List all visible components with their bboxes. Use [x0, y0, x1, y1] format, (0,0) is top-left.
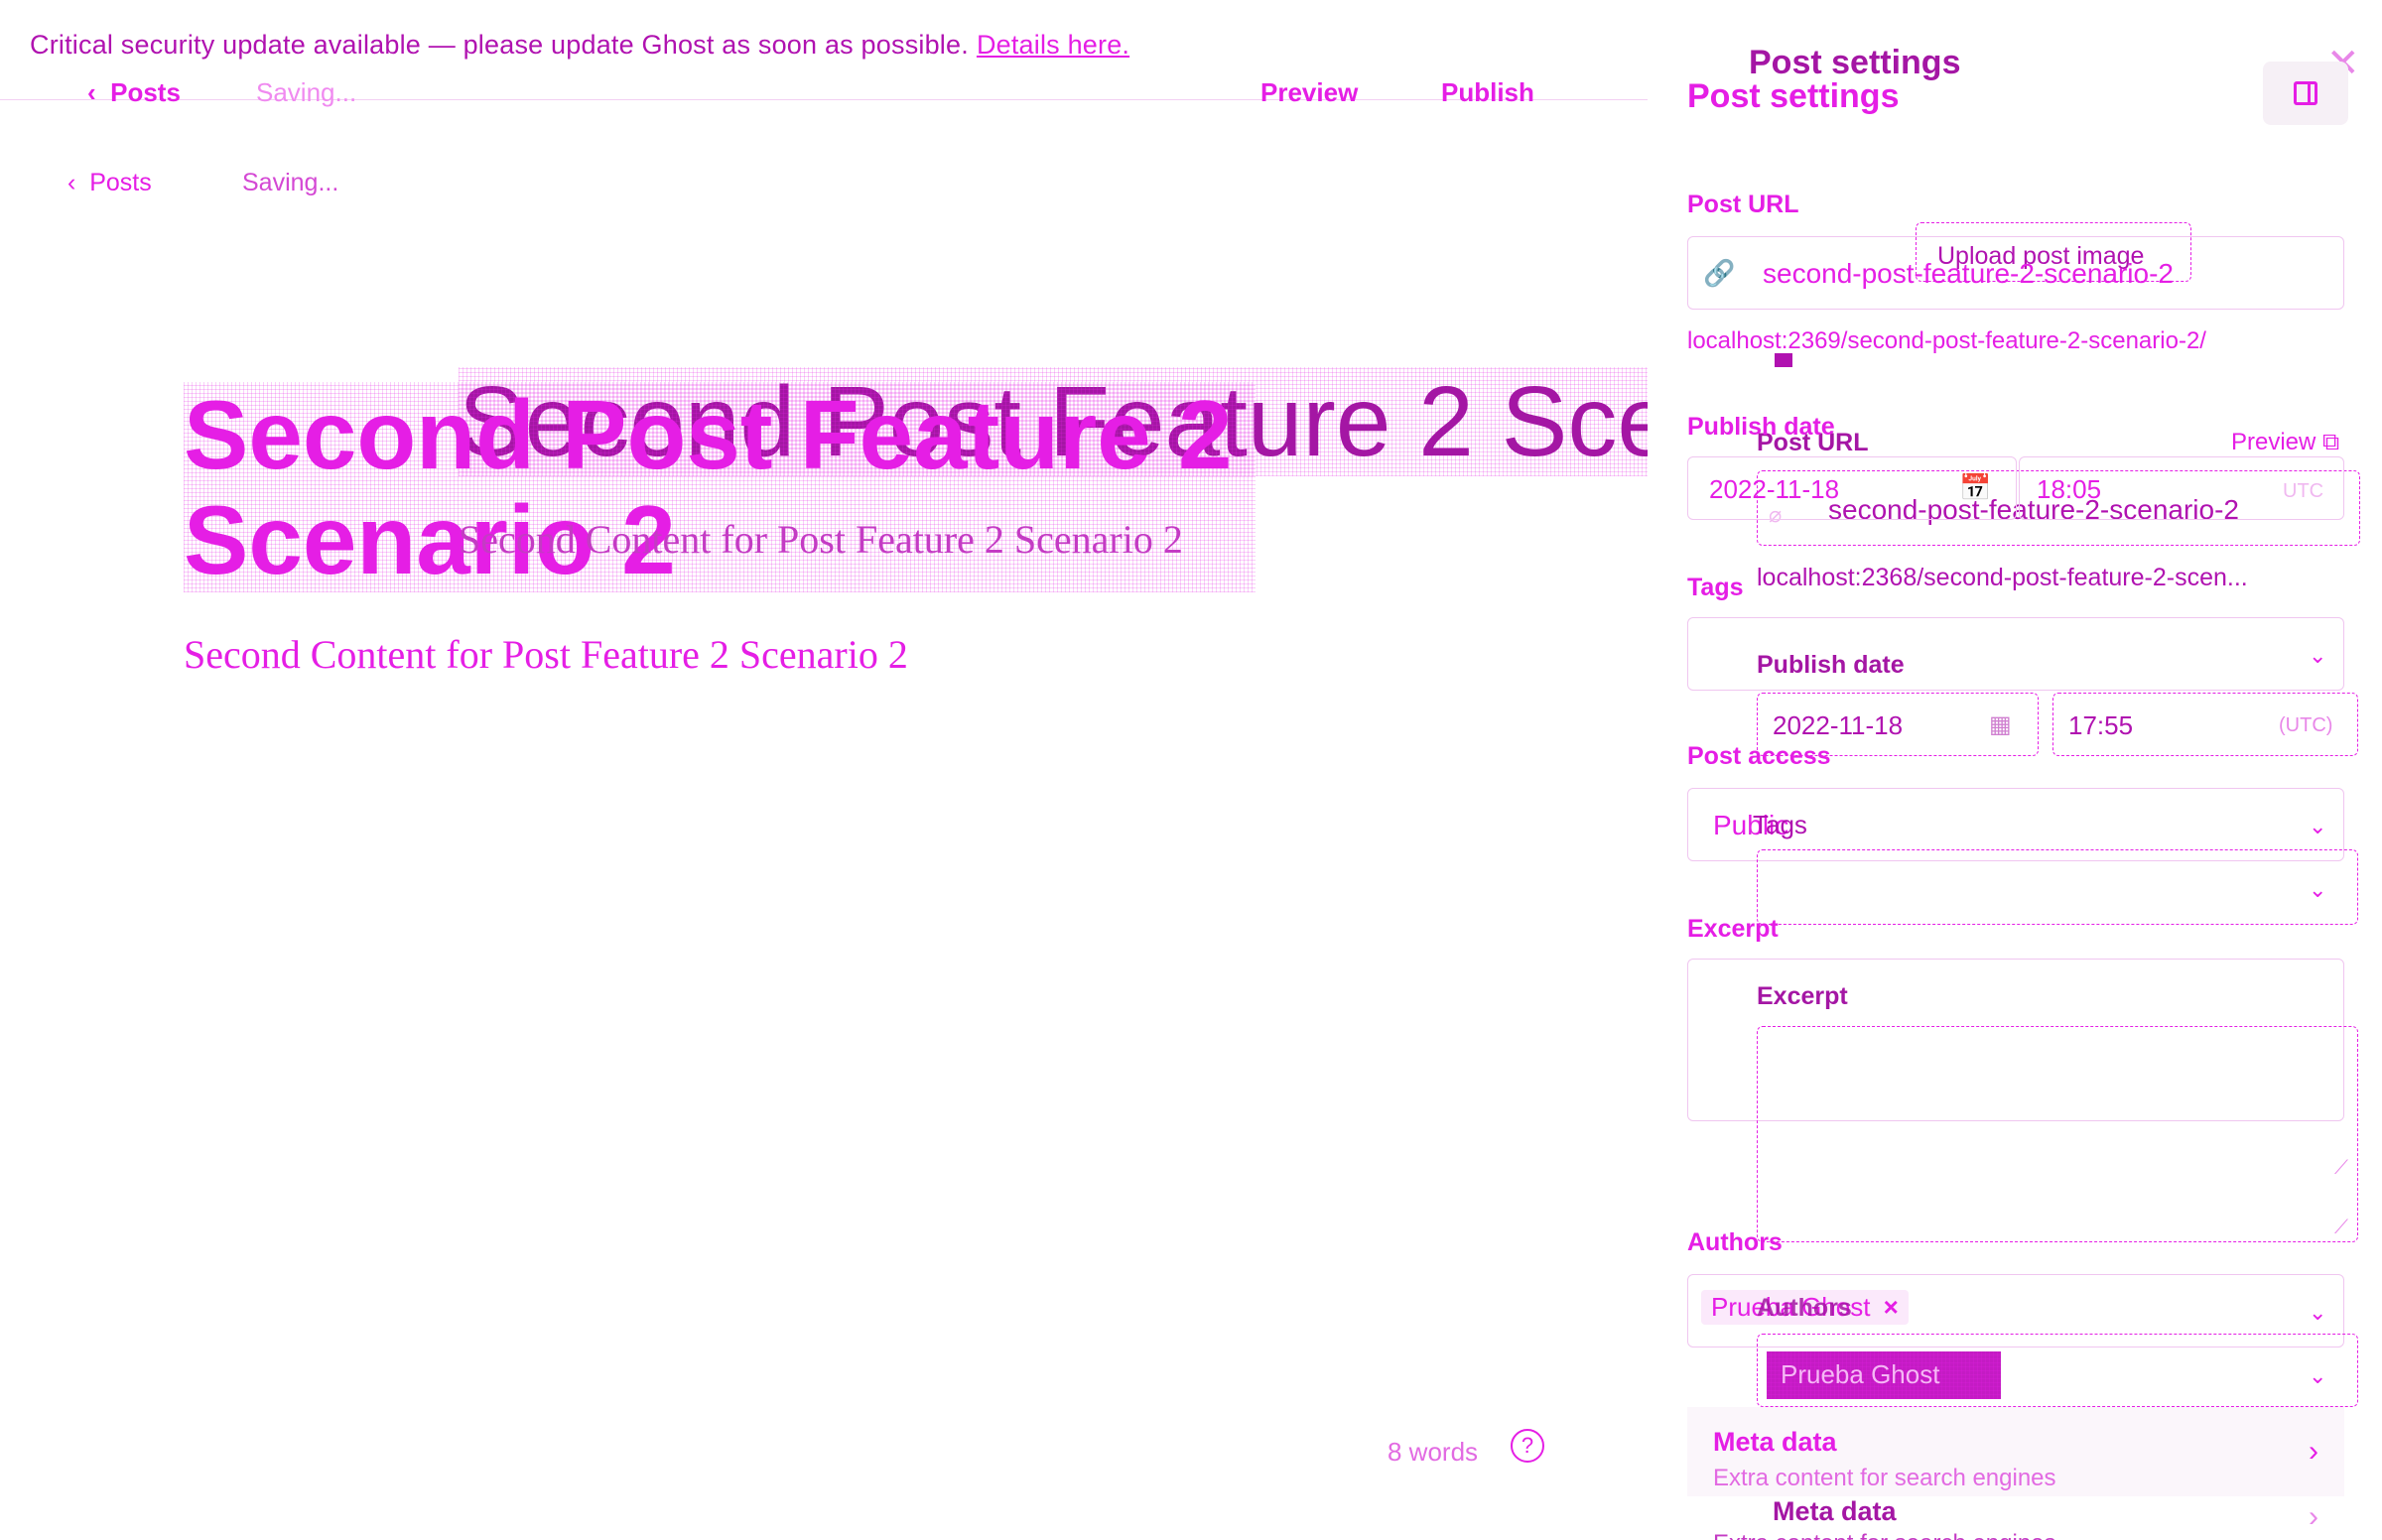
chevron-down-icon[interactable]: ⌄	[2309, 1363, 2326, 1389]
ghost-tags-field[interactable]	[1757, 849, 2358, 925]
back-label: Posts	[89, 169, 152, 196]
back-to-posts-link[interactable]: ‹ Posts	[67, 169, 152, 197]
chevron-down-icon[interactable]: ⌄	[2309, 1300, 2326, 1326]
ghost-saving-status: Saving...	[256, 77, 357, 107]
ghost-meta-data-description: Extra content for search engines	[1713, 1530, 2056, 1540]
chevron-left-icon: ‹	[67, 169, 90, 196]
chevron-right-icon[interactable]: ›	[2309, 1435, 2318, 1469]
image-placeholder-icon	[1775, 353, 1792, 367]
ghost-back-to-posts-link[interactable]: ‹ Posts	[87, 77, 181, 108]
chevron-down-icon[interactable]: ⌄	[2309, 877, 2326, 903]
ghost-publish-timezone: (UTC)	[2279, 714, 2333, 736]
post-url-full: localhost:2369/second-post-feature-2-sce…	[1687, 327, 2206, 354]
ghost-back-label: Posts	[110, 77, 181, 107]
chevron-right-icon[interactable]: ›	[2309, 1500, 2318, 1534]
post-access-label: Post access	[1687, 742, 1831, 770]
help-icon[interactable]: ?	[1511, 1429, 1544, 1463]
tags-label: Tags	[1687, 574, 1744, 601]
word-count: 8 words	[1388, 1437, 1479, 1467]
sidebar-toggle-button[interactable]	[2263, 62, 2348, 125]
ghost-author-chip-label: Prueba Ghost	[1781, 1359, 1940, 1389]
ghost-meta-data-title: Meta data	[1773, 1496, 1897, 1526]
preview-link-label: Preview	[2231, 429, 2316, 455]
meta-data-description: Extra content for search engines	[1713, 1465, 2056, 1491]
banner-details-link[interactable]: Details here.	[977, 30, 1129, 60]
ghost-post-body[interactable]: Second Content for Post Feature 2 Scenar…	[459, 516, 1183, 563]
security-update-banner: Critical security update available — ple…	[30, 30, 1129, 61]
post-body-editor[interactable]: Second Content for Post Feature 2 Scenar…	[184, 631, 908, 678]
ghost-tags-label: Tags	[1753, 810, 1807, 839]
banner-text: Critical security update available — ple…	[30, 30, 969, 60]
ghost-publish-time-value[interactable]: 17:55	[2068, 710, 2133, 741]
resize-handle-icon[interactable]: ⟋	[2334, 1157, 2348, 1180]
chevron-left-icon: ‹	[87, 77, 111, 107]
ghost-publish-date-label: Publish date	[1757, 651, 1905, 679]
post-url-label: Post URL	[1687, 191, 1799, 218]
chevron-down-icon[interactable]: ⌄	[2309, 643, 2326, 669]
publish-timezone: UTC	[2283, 480, 2324, 502]
chevron-down-icon[interactable]: ⌄	[2309, 814, 2326, 839]
publish-date-value[interactable]: 2022-11-18	[1709, 474, 1839, 505]
link-icon: 🔗	[1703, 258, 1736, 288]
excerpt-label: Excerpt	[1687, 915, 1779, 943]
ghost-calendar-icon[interactable]: ▦	[1989, 710, 2012, 739]
publish-button[interactable]: Publish	[1441, 77, 1534, 108]
ghost-preview-link[interactable]: Preview ⧉	[2231, 429, 2339, 456]
preview-button[interactable]: Preview	[1260, 77, 1358, 108]
calendar-icon[interactable]: 📅	[1959, 472, 1991, 503]
meta-data-title: Meta data	[1713, 1427, 1837, 1457]
ghost-publish-date-value[interactable]: 2022-11-18	[1773, 710, 1903, 741]
authors-label: Authors	[1687, 1228, 1783, 1256]
external-link-icon: ⧉	[2322, 429, 2340, 455]
publish-time-value[interactable]: 18:05	[2037, 474, 2101, 505]
remove-author-icon[interactable]: ×	[1884, 1292, 1899, 1322]
ghost-authors-label: Authors	[1757, 1294, 1852, 1322]
saving-status: Saving...	[242, 169, 339, 196]
ghost-post-url-full: localhost:2368/second-post-feature-2-sce…	[1757, 564, 2248, 591]
publish-date-label: Publish date	[1687, 413, 1835, 441]
sidebar-panel-icon	[2294, 81, 2317, 105]
sidebar-title: Post settings	[1687, 77, 1900, 115]
post-url-value[interactable]: second-post-feature-2-scenario-2	[1763, 258, 2174, 290]
resize-handle-icon[interactable]: ⟋	[2334, 1217, 2348, 1239]
ghost-excerpt-textarea[interactable]	[1757, 1026, 2358, 1242]
ghost-excerpt-label: Excerpt	[1757, 982, 1848, 1010]
banner-divider	[0, 99, 1648, 100]
